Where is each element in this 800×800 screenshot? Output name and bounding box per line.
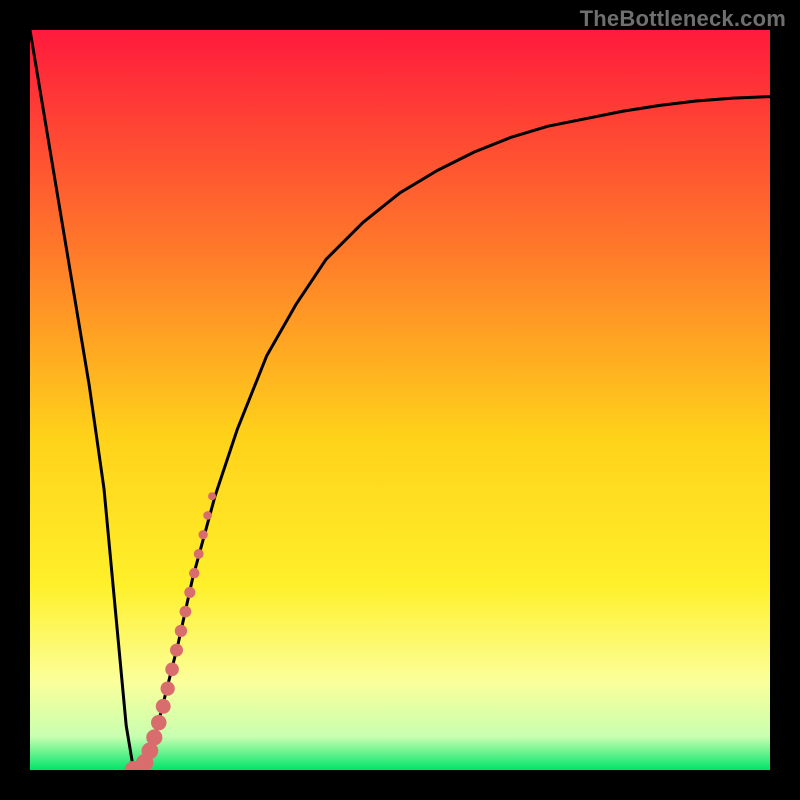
highlight-marker	[170, 644, 183, 657]
highlight-marker	[184, 587, 195, 598]
chart-svg	[30, 30, 770, 770]
highlight-marker	[203, 511, 212, 520]
highlight-marker	[194, 549, 204, 559]
highlight-marker	[208, 492, 216, 500]
highlight-marker	[175, 625, 187, 637]
highlight-marker	[146, 729, 162, 745]
gradient-background	[30, 30, 770, 770]
highlight-marker	[161, 681, 175, 695]
plot-area	[30, 30, 770, 770]
highlight-marker	[199, 530, 208, 539]
watermark-text: TheBottleneck.com	[580, 6, 786, 32]
highlight-marker	[180, 606, 192, 618]
highlight-marker	[189, 568, 200, 579]
highlight-marker	[165, 663, 179, 677]
highlight-marker	[151, 715, 167, 731]
chart-frame: TheBottleneck.com	[0, 0, 800, 800]
highlight-marker	[156, 699, 171, 714]
